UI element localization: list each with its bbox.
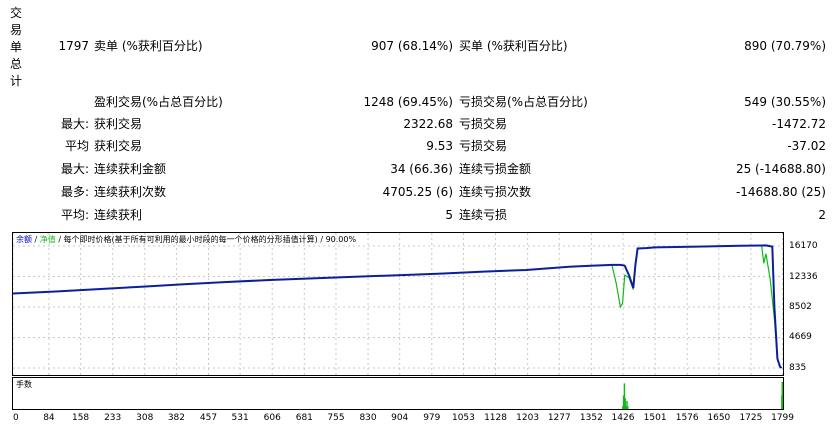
sell-trades-value: 907 (68.14%) [371,39,453,53]
y-tick-label: 4669 [789,332,812,343]
loss-trades-value: 549 (30.55%) [744,95,826,109]
legend-balance: 余额 [16,235,32,244]
x-tick-label: 830 [359,413,377,423]
stats-row-right-label: 连续亏损金额 [459,162,532,176]
x-tick-label: 1277 [547,413,571,423]
section-label-char: 易 [9,23,22,37]
x-tick-label: 755 [327,413,345,423]
y-tick-label: 8502 [789,302,812,312]
stats-row-right-value: -14688.80 (25) [735,185,826,199]
legend-equity: 净值 [39,235,56,244]
stats-row-left-value: 34 (66.36) [390,162,453,176]
x-tick-label: 1799 [771,413,795,423]
volume-label: 手数 [16,380,32,389]
y-tick-label: 16170 [789,241,818,251]
x-tick-label: 1426 [611,413,635,423]
section-label-char: 单 [9,40,22,54]
balance-equity-chart: 余额 / 净值 / 每个即时价格(基于所有可利用的最小时段的每一个价格的分形插值… [12,232,784,376]
legend-separator: / [32,235,40,244]
volume-chart: 手数 [12,377,784,410]
stats-row-prefix: 最多: [60,185,89,199]
stats-row-right-value: -1472.72 [772,117,826,131]
section-label-char: 总 [9,57,22,71]
stats-row-left-value: 4705.25 (6) [382,185,453,199]
section-label-trades-summary: 交 易 单 总 计 [9,5,23,90]
x-tick-label: 979 [423,413,441,423]
x-tick-label: 1203 [516,413,540,423]
x-tick-label: 681 [295,413,313,423]
stats-row-left-label: 连续获利次数 [94,185,167,199]
x-tick-label: 606 [263,413,281,423]
x-tick-label: 1352 [579,413,603,423]
stats-row-left-value: 2322.68 [403,117,453,131]
buy-trades-label: 买单 (%获利百分比) [459,39,568,53]
x-tick-label: 1576 [675,413,699,423]
section-label-char: 交 [9,6,22,20]
legend-description: / 每个即时价格(基于所有可利用的最小时段的每一个价格的分形插值计算) / 90… [55,235,357,244]
profit-trades-value: 1248 (69.45%) [363,95,453,109]
volume-bar [781,392,783,409]
x-tick-label: 457 [199,413,218,423]
buy-trades-value: 890 (70.79%) [744,39,826,53]
stats-row-right-label: 连续亏损 [459,208,508,222]
chart-legend: 余额 / 净值 / 每个即时价格(基于所有可利用的最小时段的每一个价格的分形插值… [16,235,356,245]
x-tick-label: 1501 [643,413,667,423]
section-label-char: 计 [9,74,22,88]
stats-row-right-label: 亏损交易 [459,117,508,131]
stats-row-left-label: 连续获利金额 [94,162,167,176]
stats-row-right-value: 25 (-14688.80) [735,162,826,176]
stats-row-left-value: 9.53 [426,139,453,153]
y-tick-label: 835 [789,363,807,373]
stats-row-left-value: 5 [445,208,453,222]
stats-row-prefix: 平均 [64,139,89,153]
stats-row-prefix: 平均: [60,208,89,222]
stats-row-right-label: 连续亏损次数 [459,185,532,199]
stats-row-left-label: 获利交易 [94,117,143,131]
x-tick-label: 904 [391,413,409,423]
stats-row-right-label: 亏损交易 [459,139,508,153]
x-tick-label: 382 [167,413,185,423]
x-tick-label: 1128 [484,413,507,423]
x-tick-label: 158 [71,413,90,423]
x-tick-label: 233 [104,413,122,423]
total-trades-value: 1797 [58,39,89,53]
stats-row-prefix: 最大: [60,162,89,176]
balance-equity-plot [13,233,783,375]
x-tick-label: 1650 [707,413,731,423]
x-tick-label: 0 [13,413,19,423]
stats-row-right-value: -37.02 [787,139,826,153]
volume-bar [627,406,629,409]
x-tick-label: 1725 [739,413,763,423]
stats-row-right-value: 2 [818,208,826,222]
x-tick-label: 1053 [451,413,475,423]
x-tick-label: 308 [136,413,154,423]
volume-plot [621,382,783,409]
loss-trades-label: 亏损交易(%占总百分比) [459,95,588,109]
x-tick-label: 84 [43,413,55,423]
y-tick-label: 12336 [789,271,818,282]
profit-trades-label: 盈利交易(%占总百分比) [94,95,223,109]
x-tick-label: 531 [231,413,249,423]
stats-row-left-label: 获利交易 [94,139,143,153]
stats-row-prefix: 最大: [60,117,89,131]
sell-trades-label: 卖单 (%获利百分比) [94,39,203,53]
stats-row-left-label: 连续获利 [94,208,143,222]
